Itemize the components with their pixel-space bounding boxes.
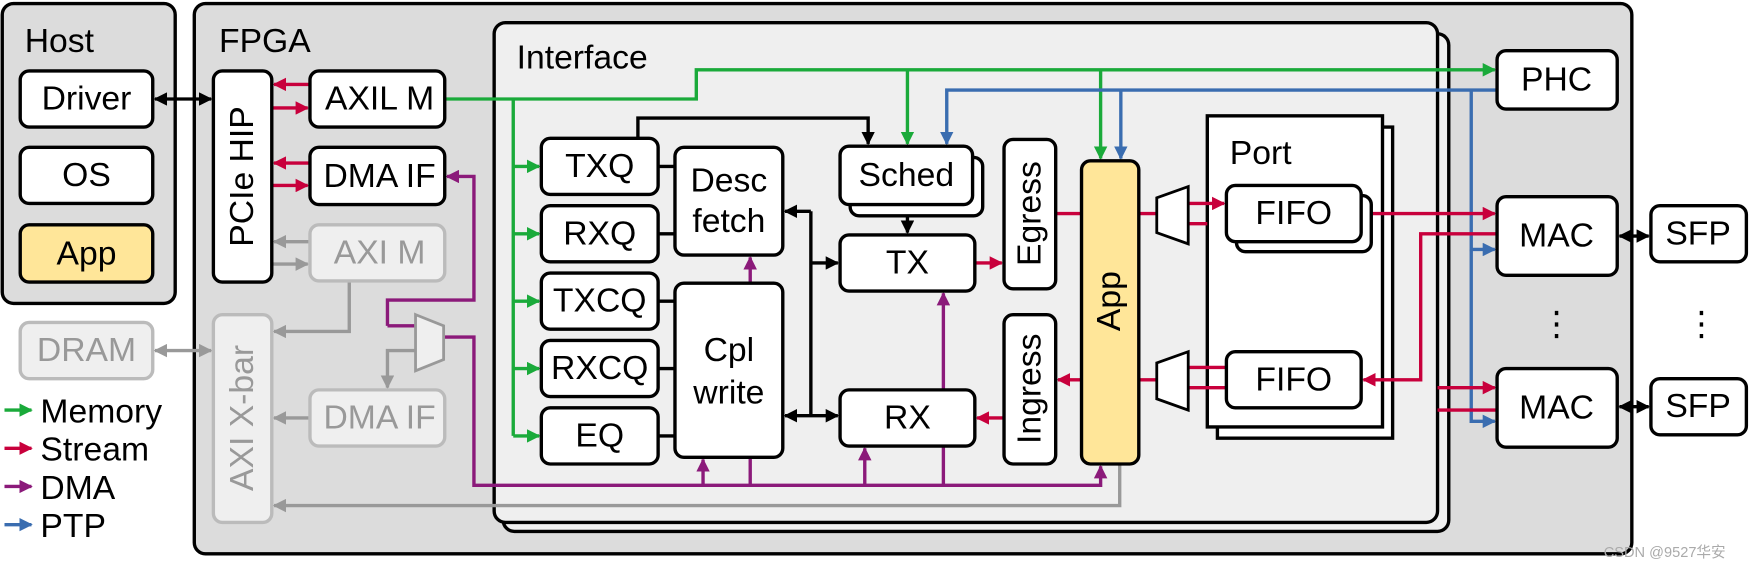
- svg-text:Desc: Desc: [690, 162, 767, 199]
- svg-text:OS: OS: [62, 157, 111, 194]
- svg-text:DMA IF: DMA IF: [323, 158, 435, 195]
- dram-box[interactable]: DRAM: [18, 320, 155, 381]
- svg-text:SFP: SFP: [1665, 388, 1731, 425]
- svg-text:Cpl: Cpl: [704, 332, 755, 369]
- svg-text:FIFO: FIFO: [1255, 195, 1332, 232]
- host-app-box[interactable]: App: [18, 223, 155, 284]
- rxq-box[interactable]: RXQ: [539, 204, 660, 264]
- interface-title: Interface: [517, 40, 648, 77]
- legend-memory: Memory: [40, 393, 162, 430]
- svg-text:EQ: EQ: [575, 417, 624, 454]
- fifo-rx-box[interactable]: FIFO: [1224, 350, 1363, 410]
- svg-text:AXIL M: AXIL M: [325, 81, 434, 118]
- sched-box[interactable]: Sched: [838, 144, 985, 218]
- svg-text:TXCQ: TXCQ: [553, 283, 647, 320]
- cpl-write-box[interactable]: Cpl write: [673, 281, 785, 459]
- svg-text:write: write: [692, 375, 764, 412]
- svg-text:TX: TX: [886, 244, 929, 281]
- svg-text:TXQ: TXQ: [565, 148, 634, 185]
- legend-stream: Stream: [40, 432, 149, 469]
- svg-text:Ingress: Ingress: [1011, 334, 1048, 444]
- sfp-box-2[interactable]: SFP: [1649, 376, 1749, 437]
- svg-text:fetch: fetch: [692, 203, 765, 240]
- svg-text:FIFO: FIFO: [1255, 361, 1332, 398]
- mux-tx-icon: [1155, 184, 1190, 246]
- legend-dma: DMA: [40, 470, 115, 507]
- gray-mux-icon: [414, 312, 446, 373]
- interface-app-box[interactable]: App: [1079, 159, 1141, 466]
- svg-text:DRAM: DRAM: [37, 332, 136, 369]
- ingress-box[interactable]: Ingress: [1002, 312, 1058, 466]
- svg-text:Driver: Driver: [42, 81, 132, 118]
- svg-text:MAC: MAC: [1519, 218, 1594, 255]
- axi-m-box[interactable]: AXI M: [308, 223, 447, 283]
- svg-text:PHC: PHC: [1521, 61, 1592, 98]
- fifo-tx-box[interactable]: FIFO: [1224, 183, 1373, 254]
- dma-if-box[interactable]: DMA IF: [308, 145, 447, 207]
- svg-text:SFP: SFP: [1665, 215, 1731, 252]
- port-title: Port: [1230, 135, 1292, 172]
- svg-text:App: App: [1091, 271, 1128, 331]
- axi-xbar-box[interactable]: AXI X-bar: [211, 312, 274, 525]
- mux-rx-icon: [1155, 349, 1190, 413]
- svg-text:RX: RX: [884, 399, 931, 436]
- sfp-box-1[interactable]: SFP: [1649, 204, 1749, 264]
- axil-m-box[interactable]: AXIL M: [308, 69, 447, 129]
- mac-box-2[interactable]: MAC: [1495, 366, 1619, 449]
- fpga-title: FPGA: [219, 23, 311, 60]
- rxcq-box[interactable]: RXCQ: [539, 338, 660, 399]
- rx-box[interactable]: RX: [838, 388, 977, 448]
- svg-text:App: App: [57, 235, 117, 272]
- txq-box[interactable]: TXQ: [539, 136, 660, 197]
- architecture-diagram: Host Driver OS App DRAM Memory Stream DM…: [0, 1, 1749, 561]
- egress-box[interactable]: Egress: [1002, 137, 1058, 291]
- pcie-hip-box[interactable]: PCIe HIP: [211, 69, 274, 284]
- svg-text:AXI M: AXI M: [334, 234, 426, 271]
- phc-box[interactable]: PHC: [1495, 49, 1619, 111]
- host-title: Host: [25, 23, 95, 60]
- legend: Memory Stream DMA PTP: [4, 393, 162, 545]
- desc-fetch-box[interactable]: Desc fetch: [673, 145, 785, 257]
- mac-ellipsis: ⋮: [1540, 306, 1574, 343]
- driver-box[interactable]: Driver: [18, 69, 155, 129]
- host-group: Host Driver OS App: [0, 1, 177, 306]
- legend-ptp: PTP: [40, 508, 106, 545]
- svg-text:Egress: Egress: [1011, 161, 1048, 266]
- svg-text:Sched: Sched: [859, 157, 955, 194]
- svg-text:MAC: MAC: [1519, 389, 1594, 426]
- mac-box-1[interactable]: MAC: [1495, 195, 1619, 278]
- svg-text:PCIe HIP: PCIe HIP: [224, 106, 261, 246]
- eq-box[interactable]: EQ: [539, 406, 660, 466]
- sfp-ellipsis: ⋮: [1685, 306, 1719, 343]
- svg-text:DMA IF: DMA IF: [323, 399, 435, 436]
- svg-text:RXCQ: RXCQ: [551, 350, 648, 387]
- tx-box[interactable]: TX: [838, 233, 977, 293]
- dma-if-2-box[interactable]: DMA IF: [308, 388, 447, 448]
- svg-text:AXI X-bar: AXI X-bar: [224, 345, 261, 491]
- svg-text:RXQ: RXQ: [563, 215, 636, 252]
- watermark: CSDN @9527华安: [1604, 544, 1726, 561]
- txcq-box[interactable]: TXCQ: [539, 271, 660, 331]
- os-box[interactable]: OS: [18, 145, 155, 206]
